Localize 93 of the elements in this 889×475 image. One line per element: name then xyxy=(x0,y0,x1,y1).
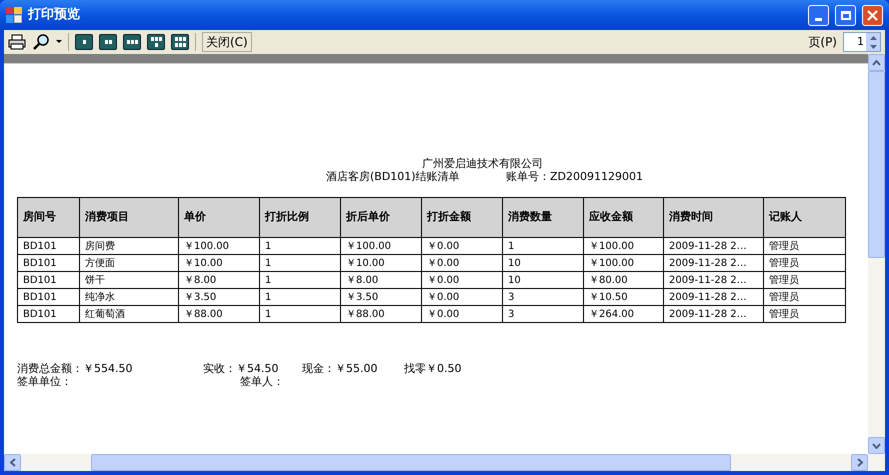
minimize-button[interactable] xyxy=(808,4,829,26)
table-cell: ￥80.00 xyxy=(584,272,664,288)
six-pages-icon[interactable] xyxy=(171,34,189,50)
table-cell: 1 xyxy=(260,254,340,272)
table-cell: 红葡萄酒 xyxy=(80,306,178,322)
table-cell: 管理员 xyxy=(764,254,846,272)
table-cell: 10 xyxy=(502,272,584,288)
table-cell: ￥10.50 xyxy=(584,288,664,306)
scroll-left-icon[interactable] xyxy=(10,458,16,467)
table-cell: 管理员 xyxy=(764,288,846,306)
column-header: 房间号 xyxy=(18,198,80,238)
report-title: 酒店客房(BD101)结账清单 xyxy=(326,170,461,183)
column-header: 消费数量 xyxy=(502,198,584,238)
scroll-down-icon[interactable] xyxy=(872,442,881,448)
column-header: 单价 xyxy=(178,198,260,238)
three-pages-icon[interactable] xyxy=(123,34,141,50)
table-cell: ￥3.50 xyxy=(340,288,422,306)
table-cell: 房间费 xyxy=(80,238,178,254)
table-cell: 10 xyxy=(502,254,584,272)
caret-icon[interactable] xyxy=(56,40,62,44)
two-pages-icon[interactable] xyxy=(99,34,117,50)
company-name: 广州爱启迪技术有限公司 xyxy=(422,157,544,170)
scroll-thumb[interactable] xyxy=(91,454,731,471)
summary-text: 找零￥0.50 xyxy=(404,362,462,375)
page-spinner[interactable]: 1 xyxy=(843,32,881,52)
table-cell: 管理员 xyxy=(764,272,846,288)
table-cell: ￥264.00 xyxy=(584,306,664,322)
table-cell: 3 xyxy=(502,288,584,306)
zoom-icon[interactable] xyxy=(32,34,50,50)
column-header: 折后单价 xyxy=(340,198,422,238)
table-cell: ￥10.00 xyxy=(340,254,422,272)
column-header: 消费时间 xyxy=(664,198,764,238)
table-cell: 2009-11-28 2… xyxy=(664,288,764,306)
table-cell: BD101 xyxy=(18,238,80,254)
table-cell: ￥100.00 xyxy=(584,254,664,272)
table-cell: BD101 xyxy=(18,288,80,306)
table-cell: 2009-11-28 2… xyxy=(664,238,764,254)
table-cell: ￥0.00 xyxy=(422,288,502,306)
bill-number: 账单号：ZD20091129001 xyxy=(506,170,643,183)
table-cell: 纯净水 xyxy=(80,288,178,306)
table-cell: 方便面 xyxy=(80,254,178,272)
window-title: 打印预览 xyxy=(28,6,81,24)
column-header: 消费项目 xyxy=(80,198,178,238)
signature-label: 签单单位： xyxy=(17,375,73,388)
close-icon[interactable] xyxy=(862,4,883,26)
table-cell: BD101 xyxy=(18,254,80,272)
table-cell: ￥100.00 xyxy=(340,238,422,254)
table-cell: 3 xyxy=(502,306,584,322)
summary-text: 实收：￥54.50 xyxy=(203,362,280,375)
table-cell: ￥0.00 xyxy=(422,238,502,254)
signature-label: 签单人： xyxy=(240,375,285,388)
column-header: 打折金额 xyxy=(422,198,502,238)
close-button[interactable]: 关闭(C) xyxy=(202,32,252,52)
table-cell: ￥10.00 xyxy=(178,254,260,272)
table-cell: ￥0.00 xyxy=(422,254,502,272)
table-cell: 2009-11-28 2… xyxy=(664,272,764,288)
one-page-icon[interactable] xyxy=(75,34,93,50)
table-cell: 1 xyxy=(260,288,340,306)
table-cell: BD101 xyxy=(18,306,80,322)
vertical-scrollbar[interactable] xyxy=(868,54,885,454)
column-header: 记账人 xyxy=(764,198,846,238)
table-cell: 2009-11-28 2… xyxy=(664,306,764,322)
page-label: 页(P) xyxy=(808,34,837,51)
table-cell: BD101 xyxy=(18,272,80,288)
scroll-up-icon[interactable] xyxy=(872,60,881,66)
table-cell: 管理员 xyxy=(764,306,846,322)
summary-text: 消费总金额：￥554.50 xyxy=(17,362,134,375)
table-cell: 1 xyxy=(260,238,340,254)
scroll-thumb[interactable] xyxy=(868,71,885,258)
table-cell: ￥100.00 xyxy=(178,238,260,254)
column-header: 应收金额 xyxy=(584,198,664,238)
scroll-right-icon[interactable] xyxy=(856,458,862,467)
table-cell: 1 xyxy=(502,238,584,254)
column-header: 打折比例 xyxy=(260,198,340,238)
app-icon xyxy=(6,7,22,23)
table-cell: ￥88.00 xyxy=(340,306,422,322)
printer-icon[interactable] xyxy=(8,34,26,50)
table-cell: ￥0.00 xyxy=(422,306,502,322)
table-cell: 2009-11-28 2… xyxy=(664,254,764,272)
table-cell: ￥8.00 xyxy=(340,272,422,288)
table-cell: 1 xyxy=(260,272,340,288)
table-cell: 饼干 xyxy=(80,272,178,288)
table-cell: ￥0.00 xyxy=(422,272,502,288)
table-cell: 1 xyxy=(260,306,340,322)
summary-text: 现金：￥55.00 xyxy=(302,362,378,375)
maximize-button[interactable] xyxy=(835,4,856,26)
table-cell: ￥8.00 xyxy=(178,272,260,288)
table-cell: 管理员 xyxy=(764,238,846,254)
four-pages-icon[interactable] xyxy=(147,34,165,50)
horizontal-scrollbar[interactable] xyxy=(4,454,885,471)
table-cell: ￥88.00 xyxy=(178,306,260,322)
table-cell: ￥3.50 xyxy=(178,288,260,306)
table-cell: ￥100.00 xyxy=(584,238,664,254)
